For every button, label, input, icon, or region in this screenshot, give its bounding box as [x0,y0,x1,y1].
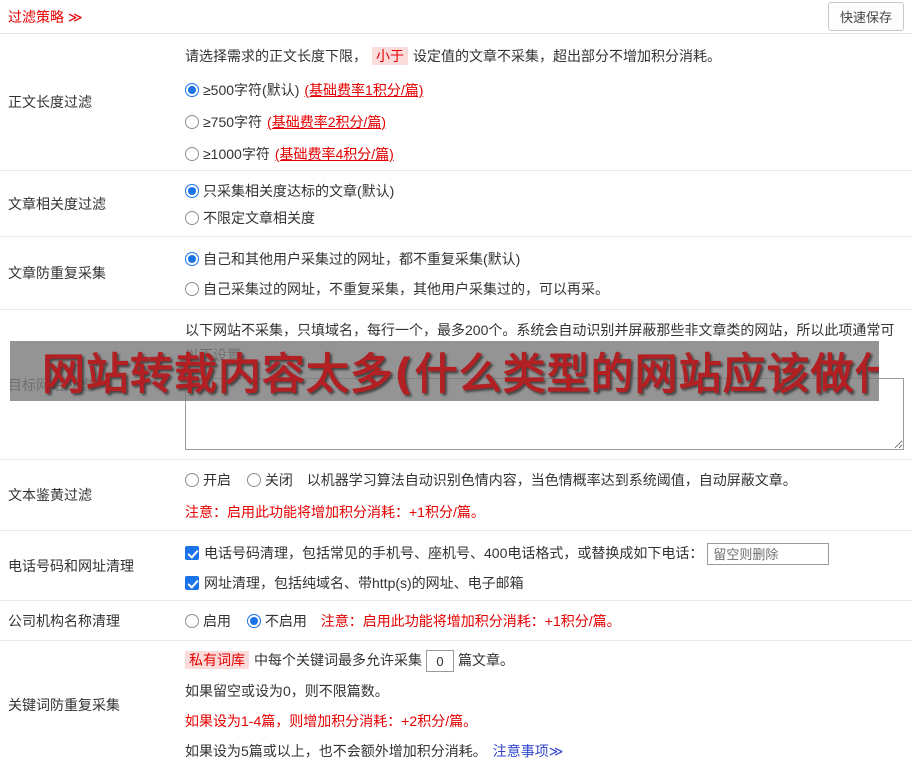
less-than-chip: 小于 [372,47,408,65]
option-label: 网址清理，包括纯域名、带http(s)的网址、电子邮箱 [204,575,524,592]
radio-porn-on[interactable] [185,473,199,487]
fee-rate-link-3[interactable]: (基础费率4积分/篇) [275,146,394,162]
relevance-label: 文章相关度过滤 [8,195,106,212]
checkbox-phone-clean[interactable] [185,546,199,560]
length-option-1000: ≥1000字符 (基础费率4积分/篇) [185,144,904,164]
keyword-note-3: 如果设为5篇或以上，也不会额外增加积分消耗。 注意事项≫ [185,740,904,762]
keyword-limit-input[interactable] [426,650,454,673]
radio-500-chars[interactable] [185,83,199,97]
option-label: 关闭 [264,472,293,488]
keyword-limit-line: 私有词库中每个关键词最多允许采集 篇文章。 [185,649,904,673]
radio-dedup-self-only[interactable] [185,282,199,296]
limit-text-post: 篇文章。 [458,652,514,668]
option-label: ≥500字符(默认) [203,82,300,98]
option-label: 不启用 [264,613,307,629]
option-label: 开启 [203,472,231,488]
blocked-sites-textarea[interactable] [185,378,904,450]
filter-strategy-page: 过滤策略 ≫ 快速保存 正文长度过滤 请选择需求的正文长度下限， 小于 设定值的文章… [0,0,912,768]
row-company-clean: 公司机构名称清理 启用 不启用 注意：启用此功能将增加积分消耗：+1积分/篇。 [0,601,912,641]
content-length-desc: 请选择需求的正文长度下限， 小于 设定值的文章不采集，超出部分不增加积分消耗。 [185,46,904,66]
keyword-dedup-label: 关键词防重复采集 [8,696,120,713]
replacement-phone-input[interactable] [707,543,830,566]
quick-save-button[interactable]: 快速保存 [827,2,904,31]
radio-porn-off[interactable] [246,473,261,487]
porn-filter-label: 文本鉴黄过滤 [8,487,92,503]
keyword-note-2: 如果设为1-4篇，则增加积分消耗：+2积分/篇。 [185,713,478,730]
fee-rate-link-1[interactable]: (基础费率1积分/篇) [304,82,423,98]
content-length-label: 正文长度过滤 [8,94,92,110]
radio-company-on[interactable] [185,614,199,628]
option-label: 自己和其他用户采集过的网址，都不重复采集(默认) [203,251,521,267]
dedup-option-self-only: 自己采集过的网址，不重复采集，其他用户采集过的，可以再采。 [185,279,904,299]
keyword-note-1: 如果留空或设为0，则不限篇数。 [185,683,389,700]
company-clean-label: 公司机构名称清理 [8,612,120,629]
relevance-option-strict: 只采集相关度达标的文章(默认) [185,181,904,201]
page-title-toggle[interactable]: 过滤策略 ≫ [8,7,83,27]
option-label: 只采集相关度达标的文章(默认) [203,183,395,199]
target-site-label: 目标网站过滤 [8,376,92,393]
private-thesaurus-chip[interactable]: 私有词库 [185,651,249,669]
option-label: ≥750字符 [203,114,263,130]
porn-filter-options: 开启 关闭 以机器学习算法自动识别色情内容，当色情概率达到系统阈值，自动屏蔽文章… [185,470,904,490]
desc-pre: 请选择需求的正文长度下限， [185,48,367,64]
relevance-option-any: 不限定文章相关度 [185,208,904,228]
company-clean-options: 启用 不启用 注意：启用此功能将增加积分消耗：+1积分/篇。 [185,611,904,631]
company-clean-note: 注意：启用此功能将增加积分消耗：+1积分/篇。 [320,613,621,629]
note-text: 如果设为5篇或以上，也不会额外增加积分消耗。 [185,743,487,760]
fee-rate-link-2[interactable]: (基础费率2积分/篇) [267,114,386,130]
row-keyword-dedup: 关键词防重复采集 私有词库中每个关键词最多允许采集 篇文章。 如果留空或设为0，则… [0,641,912,768]
limit-text: 中每个关键词最多允许采集 [254,652,422,668]
radio-dedup-all-users[interactable] [185,252,199,266]
checkbox-url-clean[interactable] [185,576,199,591]
phone-clean-option: 电话号码清理，包括常见的手机号、座机号、400电话格式，或替换成如下电话： [185,541,904,566]
radio-1000-chars[interactable] [185,147,199,161]
radio-company-off[interactable] [246,614,261,628]
dedup-option-all-users: 自己和其他用户采集过的网址，都不重复采集(默认) [185,249,904,269]
option-label: 自己采集过的网址，不重复采集，其他用户采集过的，可以再采。 [203,281,609,297]
porn-filter-desc: 以机器学习算法自动识别色情内容，当色情概率达到系统阈值，自动屏蔽文章。 [306,472,797,488]
notice-link[interactable]: 注意事项≫ [493,743,564,759]
option-label: 启用 [203,613,231,629]
desc-post: 设定值的文章不采集，超出部分不增加积分消耗。 [413,48,721,64]
option-label: ≥1000字符 [203,146,270,162]
porn-filter-note: 注意：启用此功能将增加积分消耗：+1积分/篇。 [185,504,485,520]
row-content-length-filter: 正文长度过滤 请选择需求的正文长度下限， 小于 设定值的文章不采集，超出部分不增加积… [0,34,912,171]
row-relevance-filter: 文章相关度过滤 只采集相关度达标的文章(默认) 不限定文章相关度 [0,171,912,237]
row-target-site-filter: 目标网站过滤 以下网站不采集，只填域名，每行一个，最多200个。系统会自动识别并… [0,310,912,460]
row-porn-filter: 文本鉴黄过滤 开启 关闭 以机器学习算法自动识别色情内容，当色情概率达到系统阈值… [0,460,912,531]
option-label: 不限定文章相关度 [203,210,315,226]
radio-750-chars[interactable] [185,115,199,129]
length-option-500: ≥500字符(默认) (基础费率1积分/篇) [185,80,904,100]
url-clean-option: 网址清理，包括纯域名、带http(s)的网址、电子邮箱 [185,571,904,595]
row-phone-url-clean: 电话号码和网址清理 电话号码清理，包括常见的手机号、座机号、400电话格式，或替… [0,531,912,601]
length-option-750: ≥750字符 (基础费率2积分/篇) [185,112,904,132]
radio-relevance-strict[interactable] [185,184,199,198]
row-dedup-collection: 文章防重复采集 自己和其他用户采集过的网址，都不重复采集(默认) 自己采集过的网… [0,237,912,310]
phone-url-label: 电话号码和网址清理 [8,557,134,574]
option-label: 电话号码清理，包括常见的手机号、座机号、400电话格式，或替换成如下电话： [204,545,704,561]
top-bar: 过滤策略 ≫ 快速保存 [0,0,912,34]
radio-relevance-any[interactable] [185,211,199,225]
target-site-desc: 以下网站不采集，只填域名，每行一个，最多200个。系统会自动识别并屏蔽那些非文章… [185,322,895,363]
dedup-label: 文章防重复采集 [8,265,106,281]
